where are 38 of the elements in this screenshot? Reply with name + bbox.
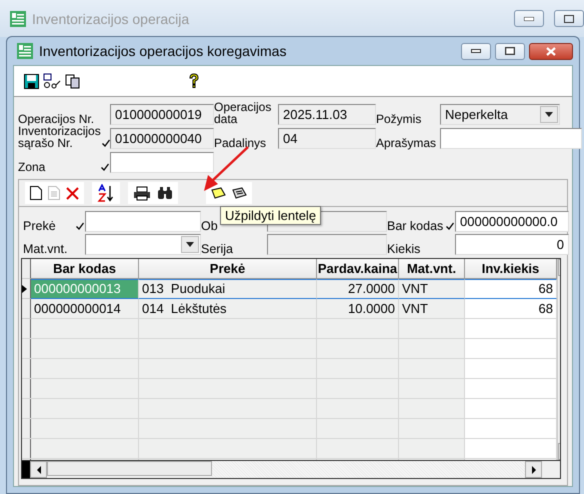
input-field[interactable]: 04 xyxy=(278,128,376,148)
table-cell: 68 xyxy=(465,279,557,299)
table-cell: 000000000013 xyxy=(31,279,139,299)
field-label: Operacijos data xyxy=(214,101,272,126)
field-label: Mat.vnt. xyxy=(23,243,68,256)
field-label: Aprašymas xyxy=(376,137,436,150)
window-title: Inventorizacijos operacija xyxy=(32,10,190,26)
field-label: Prekė xyxy=(23,220,56,233)
table-cell: 68 xyxy=(465,299,557,319)
field-label: Ob xyxy=(201,220,218,233)
column-header[interactable]: Pardav.kaina xyxy=(317,259,399,279)
column-header[interactable]: Bar kodas xyxy=(31,259,139,279)
field-label: Inventorizacijos sąrašo Nr. xyxy=(18,125,101,150)
table-cell: 000000000014 xyxy=(31,299,139,319)
tooltip: Užpildyti lentelę xyxy=(220,206,322,225)
table-cell: 014 Lėkštutės xyxy=(139,299,317,319)
table-cell: VNT xyxy=(399,299,465,319)
input-field[interactable]: 0 xyxy=(455,234,569,255)
input-field[interactable]: 2025.11.03 xyxy=(278,104,376,124)
table-cell: 27.0000 xyxy=(317,279,399,299)
input-field[interactable]: 010000000019 xyxy=(110,104,214,124)
field-label: Padalinys xyxy=(214,137,266,150)
input-field[interactable]: 000000000000.0 xyxy=(455,211,569,232)
window-title: Inventorizacijos operacijos koregavimas xyxy=(39,43,286,59)
table-cell: 013 Puodukai xyxy=(139,279,317,299)
table-cell: 10.0000 xyxy=(317,299,399,319)
column-header[interactable]: Inv.kiekis xyxy=(465,259,557,279)
field-label: Serija xyxy=(201,243,233,256)
dropdown-field[interactable]: Neperkelta xyxy=(440,104,560,124)
input-field[interactable]: 010000000040 xyxy=(110,128,214,148)
field-label: Operacijos Nr. xyxy=(18,113,94,126)
field-label: Zona xyxy=(18,161,46,174)
field-label: Požymis xyxy=(376,113,422,126)
field-label: Bar kodas xyxy=(387,220,444,233)
column-header[interactable]: Mat.vnt. xyxy=(399,259,465,279)
field-label: Kiekis xyxy=(387,243,420,256)
table-cell: VNT xyxy=(399,279,465,299)
column-header[interactable]: Prekė xyxy=(139,259,317,279)
